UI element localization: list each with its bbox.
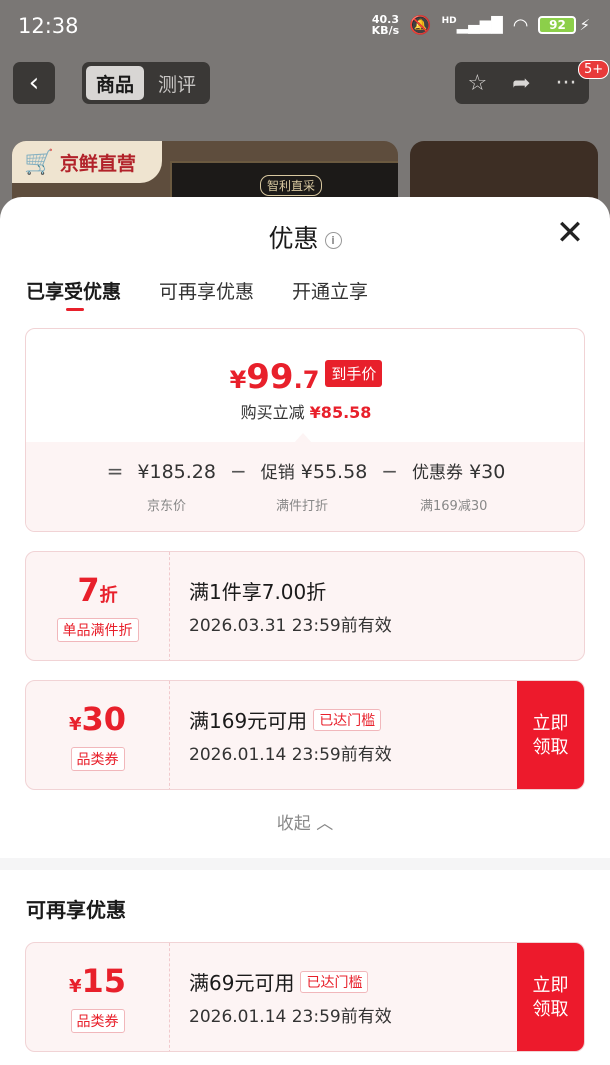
coupon-value-area: ¥30 品类券 (26, 681, 170, 789)
coupon-type-tag: 品类券 (70, 747, 125, 771)
tab-more[interactable]: 可再享优惠 (159, 277, 254, 304)
chevron-up-icon: ︿ (316, 814, 334, 834)
coupon-title: 满69元可用 已达门槛 (189, 967, 392, 996)
coupon-category-card: ¥30 品类券 满169元可用 已达门槛 2026.01.14 23:59前有效 … (25, 680, 585, 790)
share-icon[interactable]: ➦ (512, 71, 530, 96)
cart-icon: 🛒 (24, 148, 54, 176)
threshold-tag: 已达门槛 (300, 971, 369, 993)
battery-icon: 92 ⚡ (538, 16, 590, 34)
status-time: 12:38 (18, 14, 79, 38)
status-bar: 12:38 40.3 KB/s 🔕 HD▂▄▆█ ◠ 92 ⚡ (0, 0, 610, 56)
favorite-star-icon[interactable]: ☆ (467, 71, 487, 96)
message-badge: 5+ (578, 60, 610, 79)
tab-product[interactable]: 商品 (86, 66, 144, 100)
jd-price: ¥185.28 (137, 461, 216, 483)
coupon-date: 2026.03.31 23:59前有效 (189, 616, 392, 636)
store-tag: 🛒 京鲜直营 (12, 141, 162, 183)
promo-value: ¥55.58 (300, 461, 368, 483)
final-price-badge: 到手价 (325, 359, 383, 387)
coupon-discount-card: 7折 单品满件折 满1件享7.00折 2026.03.31 23:59前有效 (25, 551, 585, 661)
mute-icon: 🔕 (409, 14, 432, 36)
status-icons: 40.3 KB/s 🔕 HD▂▄▆█ ◠ 92 ⚡ (372, 14, 590, 36)
coupon-value-area: ¥15 品类券 (26, 943, 170, 1051)
breakdown-values: = ¥185.28 − 促销 ¥55.58 − 优惠券 ¥30 (106, 459, 506, 483)
close-button[interactable]: ✕ (554, 216, 586, 251)
claim-coupon-button[interactable]: 立即 领取 (517, 681, 584, 789)
final-price: ¥99.7 (229, 357, 320, 397)
more-icon[interactable]: ··· (556, 71, 577, 96)
section-title: 可再享优惠 (26, 898, 126, 922)
back-button[interactable]: ‹ (13, 62, 55, 104)
coupon-category-card: ¥15 品类券 满69元可用 已达门槛 2026.01.14 23:59前有效 立… (25, 942, 585, 1052)
tab-enjoyed[interactable]: 已享受优惠 (26, 277, 121, 311)
coupon-value-area: 7折 单品满件折 (26, 552, 170, 660)
coupon-type-tag: 品类券 (70, 1009, 125, 1033)
coupon-value: ¥30 (469, 461, 506, 483)
sheet-title: 优惠 i (0, 219, 610, 255)
back-arrow-icon: ‹ (28, 68, 40, 98)
top-navigation: ‹ 商品 测评 ☆ ➦ ··· 5+ (0, 60, 610, 108)
final-price-row: ¥99.7 到手价 (26, 357, 584, 397)
tab-activate[interactable]: 开通立享 (292, 277, 368, 304)
close-icon: ✕ (555, 213, 585, 253)
info-icon[interactable]: i (324, 232, 342, 249)
coupon-type-tag: 单品满件折 (56, 618, 139, 642)
price-summary-card: ¥99.7 到手价 购买立减 ¥85.58 = ¥185.28 − 促销 ¥55.… (25, 328, 585, 532)
charging-icon: ⚡ (579, 16, 590, 34)
coupon-date: 2026.01.14 23:59前有效 (189, 1007, 392, 1027)
coupon-date: 2026.01.14 23:59前有效 (189, 745, 392, 765)
product-review-switch: 商品 测评 (82, 62, 210, 104)
instant-discount: 购买立减 ¥85.58 (240, 403, 372, 422)
section-divider (0, 858, 610, 870)
collapse-button[interactable]: 收起 ︿ (0, 809, 610, 834)
threshold-tag: 已达门槛 (313, 709, 382, 731)
coupon-title: 满169元可用 已达门槛 (189, 705, 392, 734)
coupon-title: 满1件享7.00折 (189, 580, 327, 604)
claim-coupon-button[interactable]: 立即 领取 (517, 943, 584, 1051)
discount-tabs: 已享受优惠 可再享优惠 开通立享 (26, 277, 368, 311)
tab-review[interactable]: 测评 (148, 66, 206, 100)
discount-sheet: 优惠 i ✕ 已享受优惠 可再享优惠 开通立享 ¥99.7 到手价 购买立减 ¥85… (0, 197, 610, 1065)
signal-icon: HD▂▄▆█ (441, 16, 503, 34)
price-breakdown: = ¥185.28 − 促销 ¥55.58 − 优惠券 ¥30 京东价 满件打折… (26, 442, 584, 531)
action-bar: ☆ ➦ ··· (455, 62, 589, 104)
network-speed: 40.3 KB/s (371, 13, 400, 37)
wifi-icon: ◠ (512, 14, 529, 36)
